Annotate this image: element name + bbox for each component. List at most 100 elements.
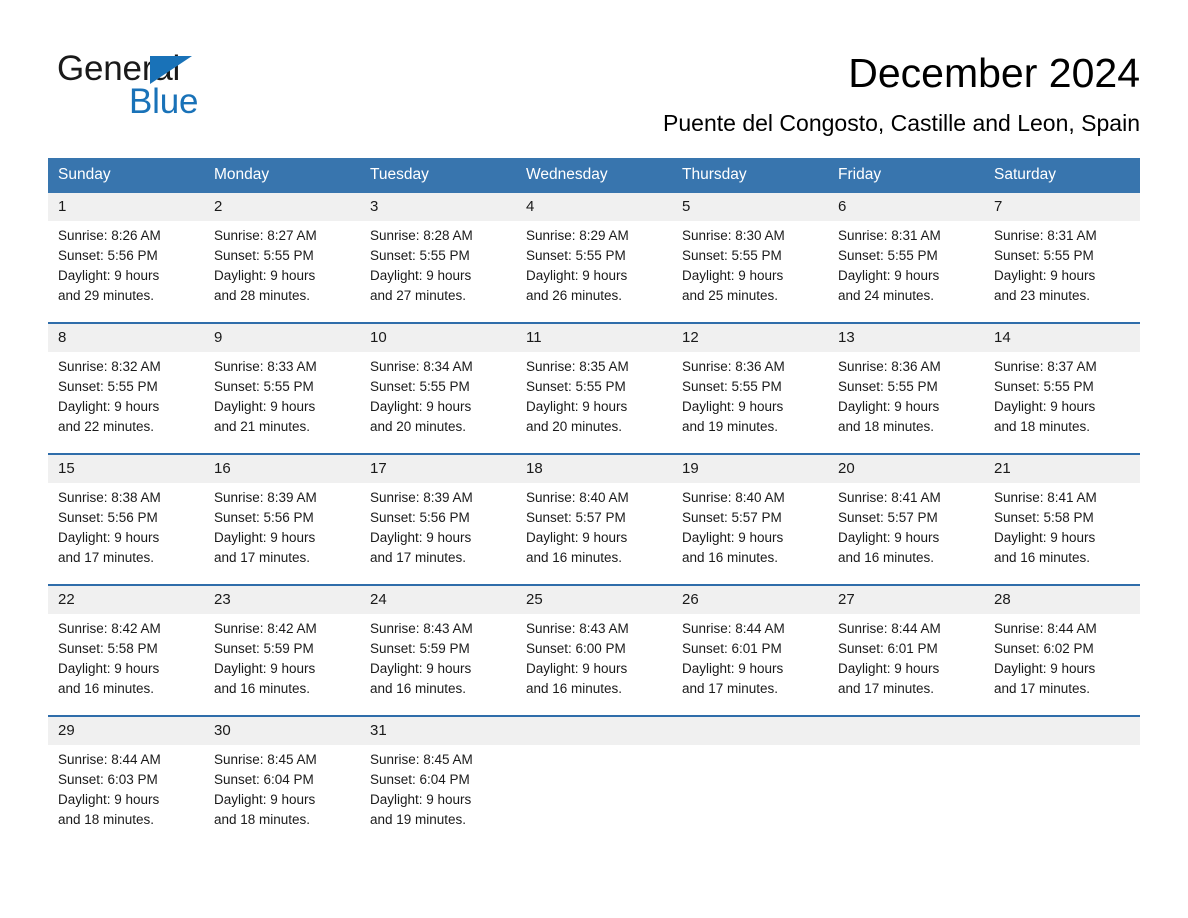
day-number-cell[interactable]: 3: [360, 193, 516, 221]
day-detail-cell[interactable]: Sunrise: 8:40 AM Sunset: 5:57 PM Daylight:…: [672, 483, 828, 585]
sunset-text: Sunset: 6:04 PM: [214, 772, 314, 787]
day-detail-cell[interactable]: Sunrise: 8:42 AM Sunset: 5:58 PM Daylight:…: [48, 614, 204, 716]
day-detail-cell[interactable]: Sunrise: 8:44 AM Sunset: 6:02 PM Daylight:…: [984, 614, 1140, 716]
sunset-text: Sunset: 5:57 PM: [682, 510, 782, 525]
daylight-text-line1: Daylight: 9 hours: [214, 792, 316, 807]
day-detail-cell[interactable]: Sunrise: 8:38 AM Sunset: 5:56 PM Daylight:…: [48, 483, 204, 585]
day-detail-cell[interactable]: Sunrise: 8:44 AM Sunset: 6:01 PM Daylight:…: [828, 614, 984, 716]
logo-triangle-icon: [150, 56, 192, 84]
day-number-cell[interactable]: 19: [672, 453, 828, 483]
day-detail-cell[interactable]: Sunrise: 8:44 AM Sunset: 6:01 PM Daylight:…: [672, 614, 828, 716]
day-number-cell[interactable]: 27: [828, 584, 984, 614]
week-daynumber-row: 29 30 31: [48, 715, 1140, 745]
general-blue-logo[interactable]: General Blue: [57, 50, 377, 121]
sunset-text: Sunset: 5:55 PM: [526, 248, 626, 263]
day-number-cell[interactable]: 14: [984, 322, 1140, 352]
weekday-header-sunday: Sunday: [48, 158, 204, 193]
daylight-text-line2: and 20 minutes.: [370, 419, 467, 434]
day-number-cell[interactable]: 15: [48, 453, 204, 483]
day-detail-cell[interactable]: Sunrise: 8:39 AM Sunset: 5:56 PM Daylight:…: [360, 483, 516, 585]
sunset-text: Sunset: 5:56 PM: [58, 248, 158, 263]
sunrise-text: Sunrise: 8:42 AM: [214, 621, 317, 636]
day-number-cell[interactable]: 18: [516, 453, 672, 483]
day-detail-cell[interactable]: Sunrise: 8:36 AM Sunset: 5:55 PM Daylight:…: [672, 352, 828, 454]
sunset-text: Sunset: 6:00 PM: [526, 641, 626, 656]
day-number-cell[interactable]: 7: [984, 193, 1140, 221]
day-number-cell[interactable]: 1: [48, 193, 204, 221]
day-number-cell[interactable]: 22: [48, 584, 204, 614]
day-number-cell[interactable]: 29: [48, 715, 204, 745]
day-detail-cell[interactable]: Sunrise: 8:45 AM Sunset: 6:04 PM Daylight:…: [360, 745, 516, 846]
day-detail-cell[interactable]: Sunrise: 8:43 AM Sunset: 5:59 PM Daylight:…: [360, 614, 516, 716]
daylight-text-line1: Daylight: 9 hours: [526, 268, 628, 283]
day-detail-cell[interactable]: Sunrise: 8:34 AM Sunset: 5:55 PM Daylight:…: [360, 352, 516, 454]
daylight-text-line2: and 26 minutes.: [526, 288, 623, 303]
daylight-text-line1: Daylight: 9 hours: [58, 530, 160, 545]
day-detail-cell[interactable]: Sunrise: 8:43 AM Sunset: 6:00 PM Daylight:…: [516, 614, 672, 716]
day-detail-cell[interactable]: Sunrise: 8:42 AM Sunset: 5:59 PM Daylight:…: [204, 614, 360, 716]
day-number-cell[interactable]: 11: [516, 322, 672, 352]
day-number-cell[interactable]: 23: [204, 584, 360, 614]
daylight-text-line1: Daylight: 9 hours: [526, 661, 628, 676]
sunset-text: Sunset: 5:59 PM: [370, 641, 470, 656]
day-detail-cell[interactable]: Sunrise: 8:26 AM Sunset: 5:56 PM Daylight:…: [48, 221, 204, 323]
day-number-cell[interactable]: 9: [204, 322, 360, 352]
daylight-text-line1: Daylight: 9 hours: [838, 268, 940, 283]
daylight-text-line2: and 20 minutes.: [526, 419, 623, 434]
daylight-text-line2: and 29 minutes.: [58, 288, 155, 303]
day-number-cell[interactable]: 28: [984, 584, 1140, 614]
day-detail-cell[interactable]: Sunrise: 8:28 AM Sunset: 5:55 PM Daylight:…: [360, 221, 516, 323]
day-number-cell[interactable]: 25: [516, 584, 672, 614]
day-number-cell[interactable]: 20: [828, 453, 984, 483]
weekday-header-saturday: Saturday: [984, 158, 1140, 193]
day-detail-cell[interactable]: Sunrise: 8:40 AM Sunset: 5:57 PM Daylight:…: [516, 483, 672, 585]
day-detail-cell[interactable]: Sunrise: 8:41 AM Sunset: 5:57 PM Daylight:…: [828, 483, 984, 585]
day-detail-cell[interactable]: Sunrise: 8:41 AM Sunset: 5:58 PM Daylight:…: [984, 483, 1140, 585]
sunset-text: Sunset: 5:55 PM: [682, 379, 782, 394]
daylight-text-line2: and 17 minutes.: [370, 550, 467, 565]
day-detail-cell[interactable]: Sunrise: 8:27 AM Sunset: 5:55 PM Daylight:…: [204, 221, 360, 323]
day-number-cell[interactable]: 16: [204, 453, 360, 483]
empty-day-number-cell: [516, 715, 672, 745]
day-detail-cell[interactable]: Sunrise: 8:31 AM Sunset: 5:55 PM Daylight:…: [828, 221, 984, 323]
day-detail-cell[interactable]: Sunrise: 8:39 AM Sunset: 5:56 PM Daylight:…: [204, 483, 360, 585]
day-number-cell[interactable]: 2: [204, 193, 360, 221]
day-detail-cell[interactable]: Sunrise: 8:32 AM Sunset: 5:55 PM Daylight:…: [48, 352, 204, 454]
day-number-cell[interactable]: 8: [48, 322, 204, 352]
weekday-header-friday: Friday: [828, 158, 984, 193]
daylight-text-line2: and 17 minutes.: [682, 681, 779, 696]
sunrise-sunset-calendar: Sunday Monday Tuesday Wednesday Thursday…: [48, 158, 1140, 846]
daylight-text-line1: Daylight: 9 hours: [58, 399, 160, 414]
day-detail-cell[interactable]: Sunrise: 8:44 AM Sunset: 6:03 PM Daylight:…: [48, 745, 204, 846]
day-number-cell[interactable]: 17: [360, 453, 516, 483]
sunset-text: Sunset: 5:58 PM: [994, 510, 1094, 525]
day-detail-cell[interactable]: Sunrise: 8:35 AM Sunset: 5:55 PM Daylight:…: [516, 352, 672, 454]
daylight-text-line1: Daylight: 9 hours: [682, 268, 784, 283]
day-number-cell[interactable]: 13: [828, 322, 984, 352]
day-number-cell[interactable]: 26: [672, 584, 828, 614]
day-detail-cell[interactable]: Sunrise: 8:33 AM Sunset: 5:55 PM Daylight:…: [204, 352, 360, 454]
page-title: December 2024: [848, 50, 1140, 96]
daylight-text-line1: Daylight: 9 hours: [526, 530, 628, 545]
day-number-cell[interactable]: 5: [672, 193, 828, 221]
daylight-text-line1: Daylight: 9 hours: [994, 530, 1096, 545]
sunset-text: Sunset: 5:56 PM: [370, 510, 470, 525]
day-detail-cell[interactable]: Sunrise: 8:30 AM Sunset: 5:55 PM Daylight:…: [672, 221, 828, 323]
day-detail-cell[interactable]: Sunrise: 8:37 AM Sunset: 5:55 PM Daylight:…: [984, 352, 1140, 454]
day-number-cell[interactable]: 30: [204, 715, 360, 745]
sunset-text: Sunset: 5:55 PM: [370, 248, 470, 263]
day-detail-cell[interactable]: Sunrise: 8:36 AM Sunset: 5:55 PM Daylight:…: [828, 352, 984, 454]
day-number-cell[interactable]: 6: [828, 193, 984, 221]
day-detail-cell[interactable]: Sunrise: 8:31 AM Sunset: 5:55 PM Daylight:…: [984, 221, 1140, 323]
daylight-text-line2: and 27 minutes.: [370, 288, 467, 303]
day-number-cell[interactable]: 24: [360, 584, 516, 614]
weekday-header-monday: Monday: [204, 158, 360, 193]
day-detail-cell[interactable]: Sunrise: 8:45 AM Sunset: 6:04 PM Daylight:…: [204, 745, 360, 846]
day-number-cell[interactable]: 21: [984, 453, 1140, 483]
empty-day-detail-cell: [828, 745, 984, 846]
day-number-cell[interactable]: 10: [360, 322, 516, 352]
day-detail-cell[interactable]: Sunrise: 8:29 AM Sunset: 5:55 PM Daylight:…: [516, 221, 672, 323]
day-number-cell[interactable]: 4: [516, 193, 672, 221]
day-number-cell[interactable]: 12: [672, 322, 828, 352]
day-number-cell[interactable]: 31: [360, 715, 516, 745]
